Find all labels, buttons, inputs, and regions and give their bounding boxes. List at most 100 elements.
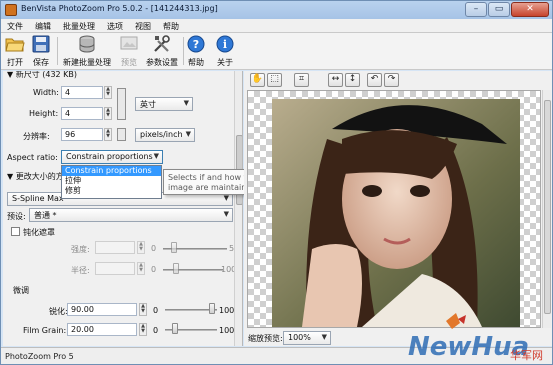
select-tool-button[interactable]: ⬚	[267, 73, 282, 87]
film-grain-spinner[interactable]: ▲ ▼	[139, 323, 147, 336]
aspect-ratio-label: Aspect ratio:	[7, 153, 58, 162]
aspect-option-crop[interactable]: 修剪	[62, 186, 161, 196]
film-grain-label: Film Grain:	[23, 326, 67, 335]
save-label: 保存	[33, 58, 49, 67]
new-batch-label: 新建批量处理	[63, 58, 111, 67]
folder-icon	[5, 38, 25, 52]
resize-method-header[interactable]: ▼ 更改大小的方	[7, 171, 64, 182]
settings-scrollbar[interactable]	[234, 71, 242, 346]
preview-panel: ✋ ⬚ ⌗ ↔ ↕ ↶ ↷ 缩放预览: 100% ▼	[244, 71, 552, 346]
chevron-down-icon: ▼	[223, 210, 229, 218]
resize-method-value: S-Spline Max	[12, 194, 64, 203]
menu-bar: 文件 编辑 批量处理 选项 视图 帮助	[1, 19, 552, 33]
tools-icon	[154, 35, 170, 52]
aspect-ratio-value: Constrain proportions	[66, 152, 153, 161]
zoom-select[interactable]: 100% ▼	[283, 331, 331, 345]
app-icon	[5, 4, 17, 16]
strength-input[interactable]	[95, 241, 135, 254]
menu-help[interactable]: 帮助	[157, 19, 185, 32]
resolution-label: 分辨率:	[23, 132, 50, 141]
strength-slider-thumb[interactable]	[171, 242, 177, 253]
unit-select[interactable]: 英寸 ▼	[135, 97, 193, 111]
toolbar-separator	[183, 37, 184, 65]
help-icon: ?	[187, 35, 205, 53]
fit-width-button[interactable]: ↔	[328, 73, 343, 87]
unsharp-mask-checkbox[interactable]	[11, 227, 20, 236]
radius-slider-thumb[interactable]	[173, 263, 179, 274]
fine-tune-header: 微调	[13, 286, 29, 295]
window-controls: – ▭ ✕	[465, 2, 549, 17]
rotate-left-icon: ↶	[370, 74, 379, 84]
film-grain-input[interactable]: 20.00	[67, 323, 137, 336]
about-button[interactable]: i 关于	[215, 35, 235, 68]
save-button[interactable]: 保存	[31, 35, 51, 68]
close-button[interactable]: ✕	[511, 2, 549, 17]
newhua-watermark: NewHua 华军网	[406, 311, 552, 363]
canvas-scrollbar-thumb[interactable]	[544, 100, 551, 314]
new-size-header[interactable]: ▼ 新尺寸 (432 KB)	[7, 71, 77, 80]
strength-spinner[interactable]: ▲ ▼	[137, 241, 145, 254]
floppy-disk-icon	[32, 35, 50, 53]
resolution-link-toggle[interactable]	[117, 128, 126, 141]
rotate-right-button[interactable]: ↷	[384, 73, 399, 87]
width-input[interactable]: 4	[61, 86, 103, 99]
radius-min: 0	[151, 265, 157, 274]
main-toolbar: 打开 保存 新建批量处理 预览 参数设置 ? 帮助 i 关于	[1, 33, 552, 70]
sharpen-spinner[interactable]: ▲ ▼	[139, 303, 147, 316]
chevron-down-icon: ▼	[153, 152, 159, 160]
menu-file[interactable]: 文件	[1, 19, 29, 32]
sharpen-label: 锐化:	[49, 307, 68, 316]
crop-tool-button[interactable]: ⌗	[294, 73, 309, 87]
zoom-value: 100%	[288, 333, 311, 342]
sharpen-slider-thumb[interactable]	[208, 303, 215, 314]
sharpen-max: 100	[219, 306, 235, 315]
radius-input[interactable]	[95, 262, 135, 275]
resolution-unit-value: pixels/inch	[140, 130, 183, 139]
vertical-arrows-icon: ↕	[348, 74, 357, 84]
help-button[interactable]: ? 帮助	[186, 35, 206, 68]
rotate-right-icon: ↷	[387, 74, 396, 84]
film-grain-slider-thumb[interactable]	[172, 323, 179, 334]
film-grain-min: 0	[153, 326, 159, 335]
menu-view[interactable]: 视图	[129, 19, 157, 32]
settings-button[interactable]: 参数设置	[144, 35, 180, 68]
aspect-option-constrain[interactable]: Constrain proportions	[62, 166, 161, 176]
settings-label: 参数设置	[146, 58, 178, 67]
canvas-scrollbar[interactable]	[542, 90, 551, 328]
radius-slider-track[interactable]	[163, 269, 223, 271]
newhua-logo: NewHua 华军网	[408, 313, 543, 362]
resolution-spinner[interactable]: ▲ ▼	[104, 128, 112, 141]
maximize-button[interactable]: ▭	[488, 2, 510, 17]
sharpen-input[interactable]: 90.00	[67, 303, 137, 316]
image-canvas[interactable]	[247, 90, 541, 328]
fit-height-button[interactable]: ↕	[345, 73, 360, 87]
preset-select[interactable]: 普通 * ▼	[29, 208, 233, 222]
new-batch-button[interactable]: 新建批量处理	[61, 35, 113, 68]
menu-options[interactable]: 选项	[101, 19, 129, 32]
settings-panel: ▼ 新尺寸 (432 KB) Width: 4 ▲ ▼ Height: 4 ▲ ▼ …	[3, 71, 243, 346]
rotate-left-button[interactable]: ↶	[367, 73, 382, 87]
aspect-option-stretch[interactable]: 拉伸	[62, 176, 161, 186]
preset-value: 普通 *	[34, 211, 57, 220]
resolution-input[interactable]: 96	[61, 128, 103, 141]
watermark-text: 华军网	[510, 348, 543, 362]
menu-edit[interactable]: 编辑	[29, 19, 57, 32]
svg-text:?: ?	[193, 38, 199, 51]
menu-batch[interactable]: 批量处理	[57, 19, 101, 32]
aspect-ratio-select[interactable]: Constrain proportions ▼	[61, 150, 163, 164]
hand-tool-button[interactable]: ✋	[250, 73, 265, 87]
preview-photo	[272, 99, 520, 327]
height-input[interactable]: 4	[61, 107, 103, 120]
preview-button[interactable]: 预览	[119, 35, 139, 68]
horizontal-arrows-icon: ↔	[331, 74, 340, 84]
open-label: 打开	[7, 58, 23, 67]
link-dimensions-toggle[interactable]	[117, 88, 126, 120]
height-spinner[interactable]: ▲ ▼	[104, 107, 112, 120]
database-icon	[79, 35, 95, 53]
radius-spinner[interactable]: ▲ ▼	[137, 262, 145, 275]
resolution-unit-select[interactable]: pixels/inch ▼	[135, 128, 195, 142]
open-button[interactable]: 打开	[5, 35, 25, 68]
minimize-button[interactable]: –	[465, 2, 487, 17]
toolbar-separator	[57, 37, 58, 65]
width-spinner[interactable]: ▲ ▼	[104, 86, 112, 99]
